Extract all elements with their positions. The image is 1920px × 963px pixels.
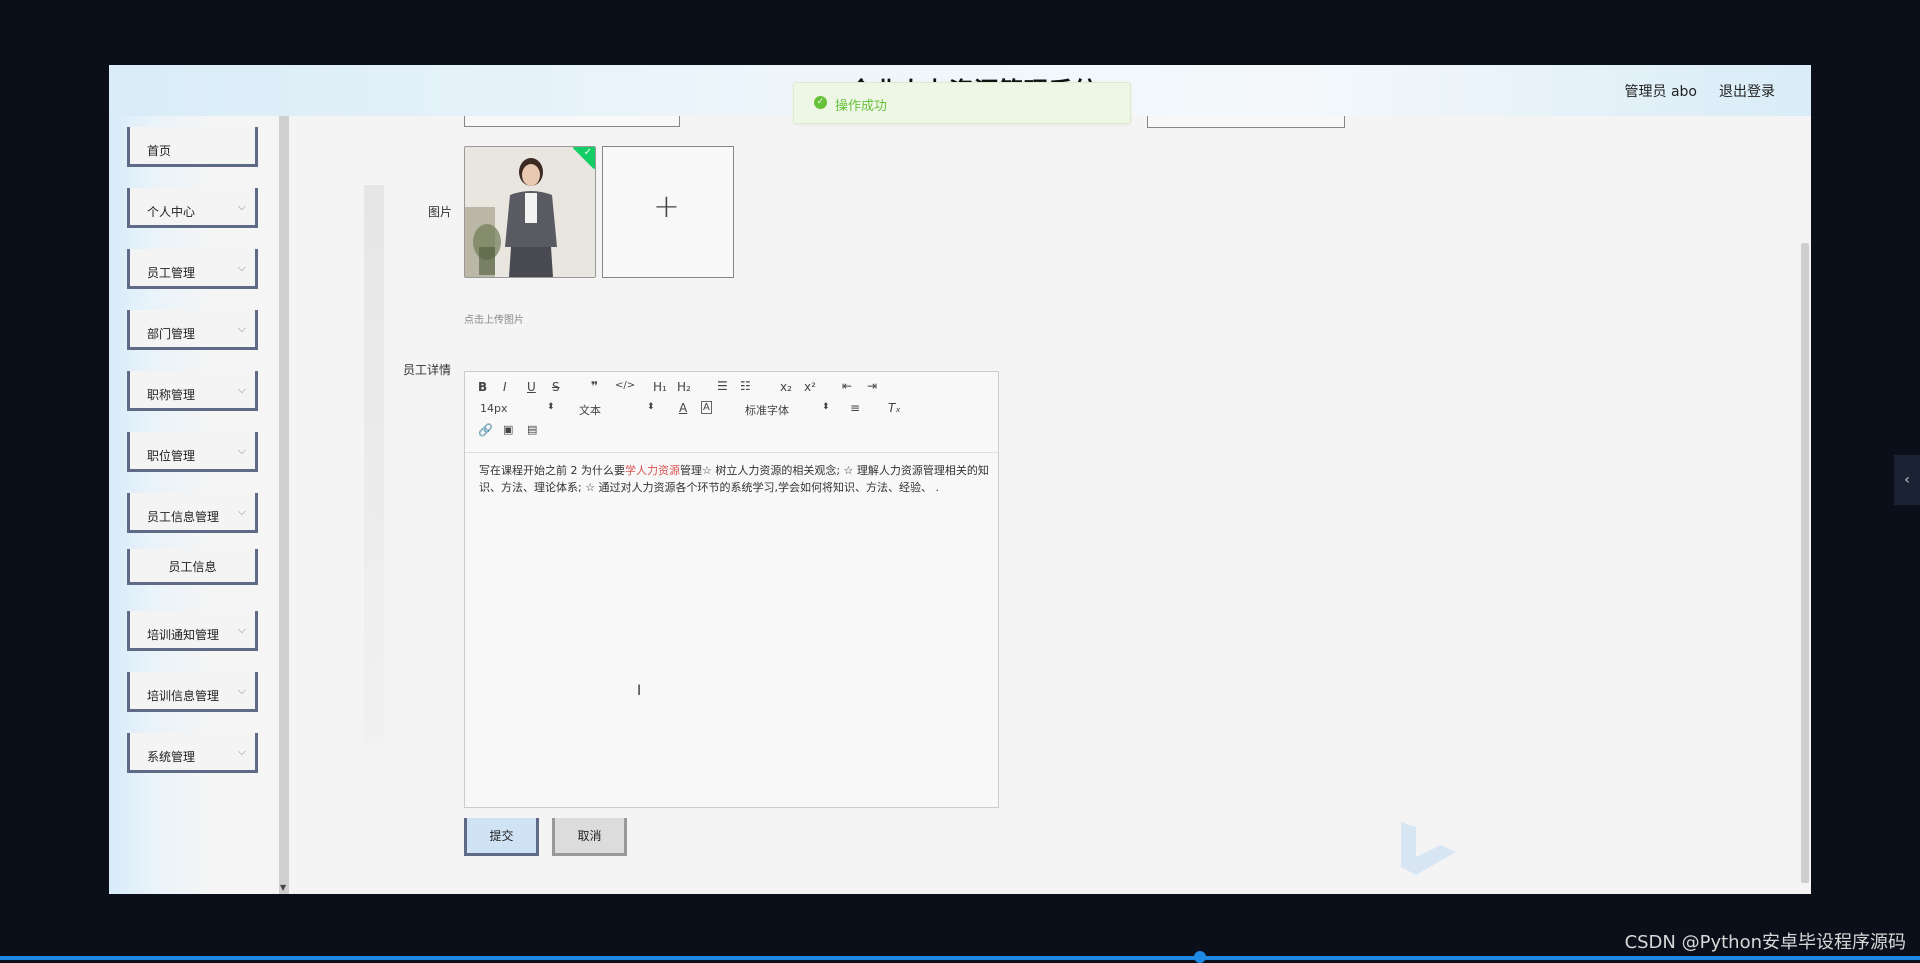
superscript-icon[interactable]: x² <box>804 380 816 394</box>
sidebar-scrollbar[interactable]: ▼ <box>279 116 289 894</box>
sidebar-item-label: 员工管理 <box>147 266 196 280</box>
admin-label: 管理员 abo <box>1624 84 1697 100</box>
sidebar-item-label: 首页 <box>147 144 172 158</box>
chevron-down-icon: ⌵ <box>237 745 246 758</box>
sidebar-item-system-management[interactable]: 系统管理 ⌵ <box>127 733 258 773</box>
code-icon[interactable]: </> <box>615 380 635 391</box>
sidebar-item-employee-info-management[interactable]: 员工信息管理 ⌵ <box>127 493 258 533</box>
progress-bar[interactable] <box>0 956 1920 960</box>
sidebar-item-label: 培训信息管理 <box>147 689 220 703</box>
link-icon[interactable]: 🔗 <box>478 423 493 437</box>
sidebar-subitem-employee-info[interactable]: 员工信息 <box>127 549 258 585</box>
sidebar-item-label: 员工信息管理 <box>147 510 220 524</box>
sidebar-item-label: 培训通知管理 <box>147 628 220 642</box>
h2-icon[interactable]: H₂ <box>677 380 691 394</box>
sidebar-item-label: 职位管理 <box>147 449 196 463</box>
person-photo-icon <box>465 147 595 277</box>
chevron-down-icon: ⌵ <box>237 684 246 697</box>
bg-color-icon[interactable]: A <box>701 401 712 414</box>
sidebar-item-training-notice-management[interactable]: 培训通知管理 ⌵ <box>127 611 258 651</box>
progress-handle[interactable] <box>1194 951 1206 963</box>
h1-icon[interactable]: H₁ <box>653 380 667 394</box>
chevron-down-icon: ⌵ <box>237 261 246 274</box>
sidebar-item-home[interactable]: 首页 <box>127 127 258 167</box>
upload-image-button[interactable]: + <box>602 146 734 278</box>
sidebar-item-personal-center[interactable]: 个人中心 ⌵ <box>127 188 258 228</box>
chevron-down-icon: ⌵ <box>237 322 246 335</box>
chevron-down-icon: ⌵ <box>237 444 246 457</box>
bullet-list-icon[interactable]: ☷ <box>740 379 751 393</box>
quote-icon[interactable]: ❞ <box>591 379 598 393</box>
bing-logo-watermark <box>1401 822 1456 875</box>
sidebar-item-label: 个人中心 <box>147 205 196 219</box>
image-field-label: 图片 <box>428 205 453 219</box>
strike-icon[interactable]: S <box>552 380 560 394</box>
uploaded-image-thumbnail[interactable]: ✓ <box>464 146 596 278</box>
upload-hint: 点击上传图片 <box>464 315 524 326</box>
italic-icon[interactable]: I <box>503 380 507 394</box>
sidebar-item-title-management[interactable]: 职称管理 ⌵ <box>127 371 258 411</box>
success-toast: ✓ 操作成功 <box>793 82 1131 124</box>
watermark-text: CSDN @Python安卓毕设程序源码 <box>1624 932 1906 953</box>
sidebar-item-employee-management[interactable]: 员工管理 ⌵ <box>127 249 258 289</box>
plus-icon: + <box>653 187 680 225</box>
submit-button[interactable]: 提交 <box>464 818 539 856</box>
image-icon[interactable]: ▣ <box>503 423 513 436</box>
sidebar-item-department-management[interactable]: 部门管理 ⌵ <box>127 310 258 350</box>
check-icon: ✓ <box>583 147 592 158</box>
app-window: 企业人力资源管理系统 管理员 abo 退出登录 ✓ 操作成功 首页 个人中心 ⌵… <box>109 65 1811 894</box>
video-icon[interactable]: ▤ <box>527 423 537 436</box>
chevron-updown-icon: ⬍ <box>547 402 555 412</box>
bold-icon[interactable]: B <box>478 380 487 394</box>
chevron-updown-icon: ⬍ <box>822 402 830 412</box>
chevron-down-icon: ⌵ <box>237 623 246 636</box>
chevron-down-icon: ⌵ <box>237 383 246 396</box>
scroll-down-arrow-icon[interactable]: ▼ <box>280 883 286 892</box>
text-cursor-icon: I <box>637 683 642 699</box>
sidebar-item-label: 系统管理 <box>147 750 196 764</box>
align-icon[interactable]: ≡ <box>850 401 860 415</box>
chevron-down-icon: ⌵ <box>237 200 246 213</box>
text-type-select[interactable]: 文本 <box>579 402 601 418</box>
outdent-icon[interactable]: ⇤ <box>842 379 852 393</box>
form-field-right[interactable] <box>1147 116 1345 128</box>
content-scrollbar[interactable] <box>1801 243 1809 883</box>
logout-button[interactable]: 退出登录 <box>1719 81 1775 101</box>
subscript-icon[interactable]: x₂ <box>780 380 792 394</box>
ordered-list-icon[interactable]: ☰ <box>717 379 728 393</box>
chevron-updown-icon: ⬍ <box>647 402 655 412</box>
font-family-select[interactable]: 标准字体 <box>745 402 789 418</box>
clear-format-icon[interactable]: Tₓ <box>888 401 901 415</box>
editor-toolbar: B I U S ❞ </> H₁ H₂ ☰ ☷ x₂ x² ⇤ ⇥ 14px ⬍… <box>465 372 998 453</box>
toast-message: 操作成功 <box>835 99 888 114</box>
detail-text-before: 写在课程开始之前 2 为什么要 <box>479 464 625 477</box>
detail-field-label: 员工详情 <box>403 363 452 377</box>
sidebar-item-label: 部门管理 <box>147 327 196 341</box>
check-circle-icon: ✓ <box>814 96 827 109</box>
sidebar-item-position-management[interactable]: 职位管理 ⌵ <box>127 432 258 472</box>
sidebar-item-training-info-management[interactable]: 培训信息管理 ⌵ <box>127 672 258 712</box>
background-decoration <box>364 185 384 745</box>
chevron-left-icon[interactable]: ‹ <box>1894 455 1920 505</box>
detail-text-highlight: 学人力资源 <box>625 464 680 477</box>
font-color-icon[interactable]: A <box>679 401 687 415</box>
indent-icon[interactable]: ⇥ <box>867 379 877 393</box>
chevron-down-icon: ⌵ <box>237 505 246 518</box>
form-field-above[interactable] <box>464 116 680 127</box>
rich-text-editor[interactable]: B I U S ❞ </> H₁ H₂ ☰ ☷ x₂ x² ⇤ ⇥ 14px ⬍… <box>464 371 999 808</box>
sidebar-item-label: 职称管理 <box>147 388 196 402</box>
editor-content[interactable]: 写在课程开始之前 2 为什么要学人力资源管理☆ 树立人力资源的相关观念; ☆ 理… <box>479 462 989 496</box>
font-size-select[interactable]: 14px <box>480 402 508 415</box>
underline-icon[interactable]: U <box>527 380 536 394</box>
cancel-button[interactable]: 取消 <box>552 818 627 856</box>
